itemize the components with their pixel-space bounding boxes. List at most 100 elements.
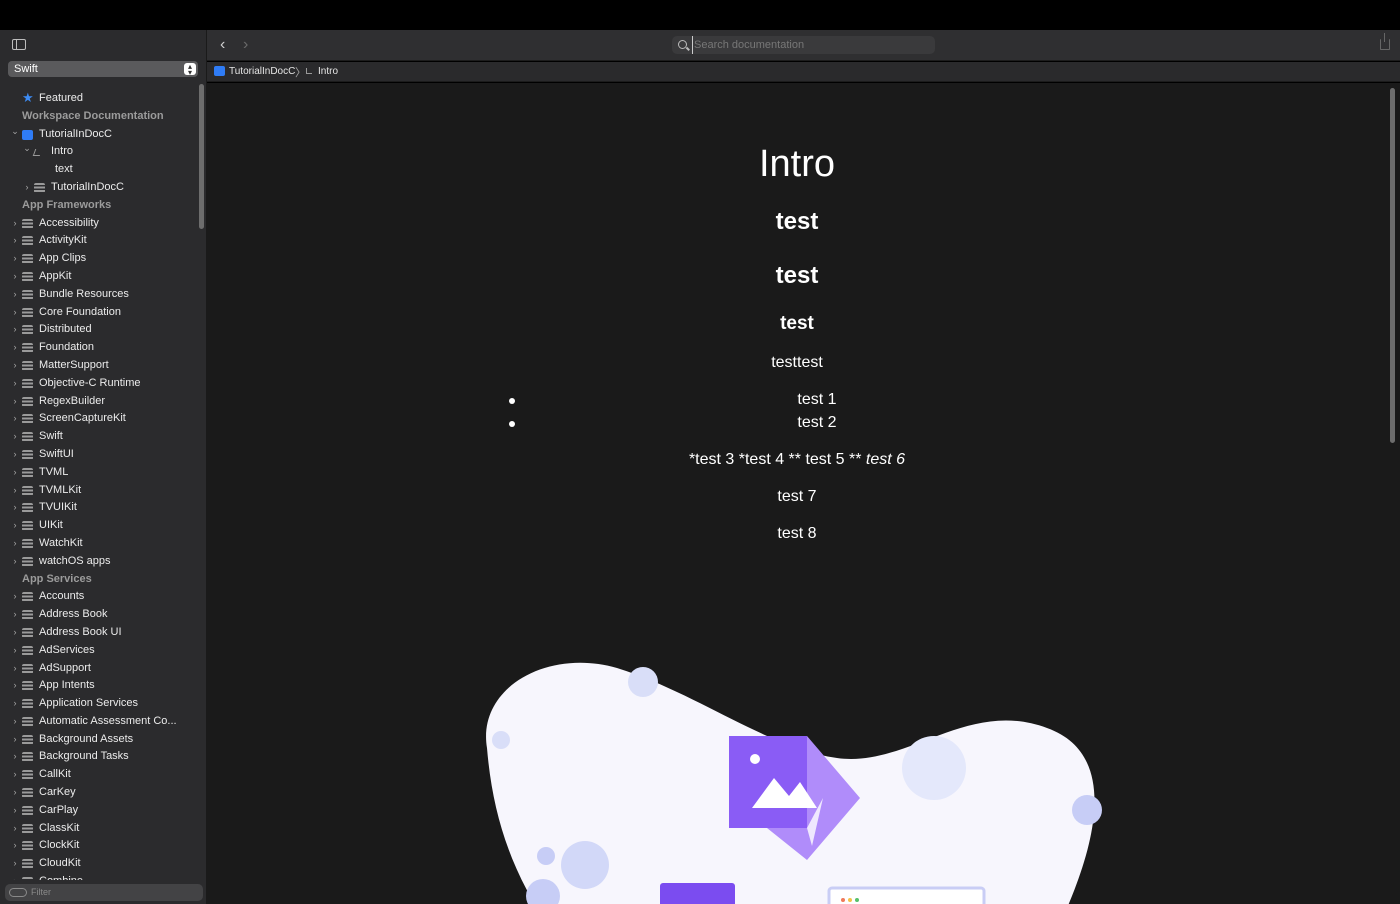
chevron-right-icon[interactable]: ›: [10, 357, 20, 375]
chevron-right-icon[interactable]: ›: [10, 535, 20, 553]
chevron-right-icon[interactable]: ›: [10, 855, 20, 873]
chevron-right-icon[interactable]: ›: [10, 606, 20, 624]
window-top-bar: [0, 0, 1400, 30]
chevron-right-icon[interactable]: ›: [10, 820, 20, 838]
chevron-right-icon[interactable]: ›: [10, 215, 20, 233]
sidebar-item-background-assets[interactable]: › Background Assets: [0, 731, 197, 749]
sidebar-item-carplay[interactable]: › CarPlay: [0, 802, 197, 820]
chevron-right-icon[interactable]: ›: [10, 695, 20, 713]
sidebar-item-address-book[interactable]: › Address Book: [0, 606, 197, 624]
sidebar-item-carkey[interactable]: › CarKey: [0, 784, 197, 802]
chevron-right-icon[interactable]: ›: [10, 837, 20, 855]
sidebar-item-intro[interactable]: ⌄ Intro: [0, 143, 197, 161]
chevron-right-icon[interactable]: ›: [10, 393, 20, 411]
framework-icon: [22, 503, 33, 514]
sidebar-item-bundle-resources[interactable]: › Bundle Resources: [0, 286, 197, 304]
sidebar-item-adservices[interactable]: › AdServices: [0, 642, 197, 660]
chevron-right-icon[interactable]: ›: [10, 731, 20, 749]
sidebar-item-activitykit[interactable]: › ActivityKit: [0, 232, 197, 250]
chevron-right-icon[interactable]: ›: [10, 748, 20, 766]
sidebar-item-combine[interactable]: › Combine: [0, 873, 197, 880]
chevron-right-icon[interactable]: ›: [10, 446, 20, 464]
content-scrollbar[interactable]: [1390, 88, 1395, 443]
forward-chevron-icon[interactable]: ›: [243, 36, 248, 54]
chevron-right-icon[interactable]: ›: [10, 624, 20, 642]
sidebar-item-app-intents[interactable]: › App Intents: [0, 677, 197, 695]
sidebar-item-background-tasks[interactable]: › Background Tasks: [0, 748, 197, 766]
sidebar-item-screencapturekit[interactable]: › ScreenCaptureKit: [0, 410, 197, 428]
chevron-right-icon[interactable]: ›: [10, 499, 20, 517]
illustration-bubble: [1072, 795, 1102, 825]
sidebar-item-appkit[interactable]: › AppKit: [0, 268, 197, 286]
chevron-right-icon[interactable]: ›: [10, 784, 20, 802]
sidebar-item-featured[interactable]: ★ Featured: [0, 90, 197, 108]
chevron-right-icon[interactable]: ›: [10, 268, 20, 286]
sidebar-item-uikit[interactable]: › UIKit: [0, 517, 197, 535]
chevron-right-icon[interactable]: ›: [10, 482, 20, 500]
sidebar-item-application-services[interactable]: › Application Services: [0, 695, 197, 713]
chevron-right-icon[interactable]: ›: [10, 232, 20, 250]
sidebar-item-accounts[interactable]: › Accounts: [0, 588, 197, 606]
sidebar-item-accessibility[interactable]: › Accessibility: [0, 215, 197, 233]
framework-icon: [22, 841, 33, 852]
sidebar-item-adsupport[interactable]: › AdSupport: [0, 660, 197, 678]
sidebar-item-core-foundation[interactable]: › Core Foundation: [0, 304, 197, 322]
chevron-down-icon[interactable]: ⌄: [10, 123, 20, 141]
sidebar-item-callkit[interactable]: › CallKit: [0, 766, 197, 784]
breadcrumb-project[interactable]: TutorialInDocC: [229, 66, 295, 77]
breadcrumb-page[interactable]: Intro: [318, 66, 338, 77]
chevron-right-icon[interactable]: ›: [10, 321, 20, 339]
sidebar-item-tvmlkit[interactable]: › TVMLKit: [0, 482, 197, 500]
framework-icon: [22, 467, 33, 478]
chevron-right-icon[interactable]: ›: [10, 553, 20, 571]
sidebar-item-tvuikit[interactable]: › TVUIKit: [0, 499, 197, 517]
chevron-right-icon[interactable]: ›: [10, 375, 20, 393]
sidebar-item-address-book-ui[interactable]: › Address Book UI: [0, 624, 197, 642]
chevron-right-icon[interactable]: ›: [10, 339, 20, 357]
chevron-right-icon[interactable]: ›: [10, 517, 20, 535]
sidebar-item-label: Background Assets: [39, 732, 134, 745]
sidebar-item-watchkit[interactable]: › WatchKit: [0, 535, 197, 553]
chevron-right-icon[interactable]: ›: [10, 873, 20, 880]
share-icon[interactable]: [1380, 33, 1390, 50]
sidebar-item-cloudkit[interactable]: › CloudKit: [0, 855, 197, 873]
chevron-right-icon[interactable]: ›: [10, 410, 20, 428]
chevron-right-icon[interactable]: ›: [10, 766, 20, 784]
sidebar-item-foundation[interactable]: › Foundation: [0, 339, 197, 357]
sidebar-item-automatic-assessment-co[interactable]: › Automatic Assessment Co...: [0, 713, 197, 731]
sidebar-item-objective-c-runtime[interactable]: › Objective-C Runtime: [0, 375, 197, 393]
chevron-right-icon[interactable]: ›: [22, 179, 32, 197]
sidebar-item-label: MatterSupport: [39, 358, 109, 371]
sidebar-item-swift[interactable]: › Swift: [0, 428, 197, 446]
sidebar-item-tvml[interactable]: › TVML: [0, 464, 197, 482]
search-input[interactable]: [692, 36, 930, 54]
chevron-right-icon[interactable]: ›: [10, 660, 20, 678]
back-chevron-icon[interactable]: ‹: [220, 36, 225, 54]
chevron-right-icon[interactable]: ›: [10, 642, 20, 660]
chevron-right-icon[interactable]: ›: [10, 250, 20, 268]
chevron-right-icon[interactable]: ›: [10, 588, 20, 606]
sidebar-item-distributed[interactable]: › Distributed: [0, 321, 197, 339]
chevron-right-icon[interactable]: ›: [10, 713, 20, 731]
sidebar-item-clockkit[interactable]: › ClockKit: [0, 837, 197, 855]
sidebar-item-text[interactable]: text: [0, 161, 197, 179]
chevron-right-icon[interactable]: ›: [10, 304, 20, 322]
sidebar-item-regexbuilder[interactable]: › RegexBuilder: [0, 393, 197, 411]
sidebar-item-mattersupport[interactable]: › MatterSupport: [0, 357, 197, 375]
chevron-right-icon[interactable]: ›: [10, 677, 20, 695]
language-select[interactable]: Swift ▴ ▾: [8, 61, 198, 77]
filter-field[interactable]: Filter: [5, 884, 203, 901]
sidebar-item-watchos-apps[interactable]: › watchOS apps: [0, 553, 197, 571]
chevron-right-icon[interactable]: ›: [10, 286, 20, 304]
chevron-right-icon[interactable]: ›: [10, 428, 20, 446]
search-icon: [678, 40, 687, 49]
chevron-right-icon[interactable]: ›: [10, 464, 20, 482]
chevron-down-icon[interactable]: ⌄: [22, 140, 32, 158]
sidebar-item-swiftui[interactable]: › SwiftUI: [0, 446, 197, 464]
sidebar-scrollbar[interactable]: [199, 84, 204, 229]
sidebar-item-classkit[interactable]: › ClassKit: [0, 820, 197, 838]
sidebar-toggle-icon[interactable]: [12, 39, 26, 50]
chevron-right-icon[interactable]: ›: [10, 802, 20, 820]
sidebar-item-app-clips[interactable]: › App Clips: [0, 250, 197, 268]
sidebar-item-tutorialindocc[interactable]: › TutorialInDocC: [0, 179, 197, 197]
